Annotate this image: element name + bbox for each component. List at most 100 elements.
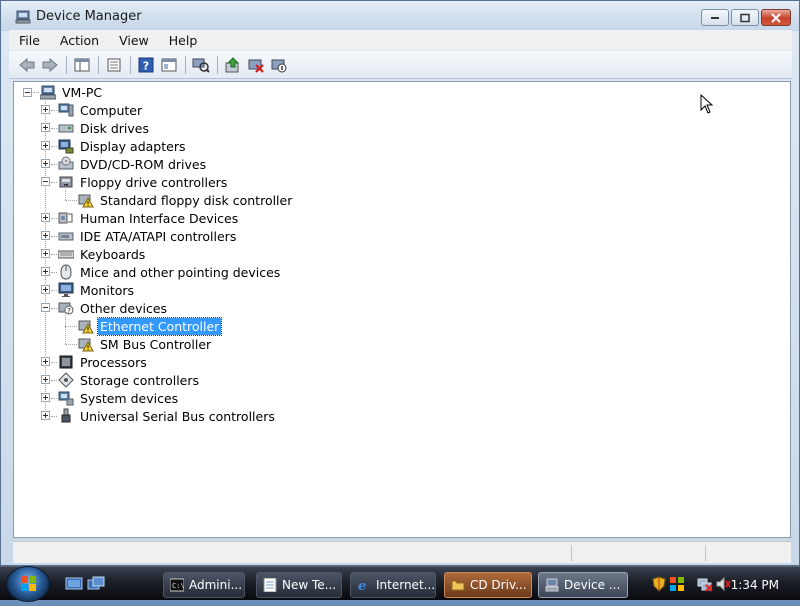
tree-node-label: Display adapters	[80, 138, 186, 154]
mouse-icon	[60, 264, 72, 280]
svg-text:e: e	[358, 579, 366, 592]
security-shield-icon[interactable]	[651, 576, 667, 592]
expander-disk-drives[interactable]	[41, 123, 50, 132]
tree-node-standard-floppy-disk-controller[interactable]: Standard floppy disk controller	[78, 191, 294, 209]
menu-help[interactable]: Help	[166, 33, 201, 48]
tree-node-universal-serial-bus-controllers[interactable]: Universal Serial Bus controllers	[58, 407, 277, 425]
forward-button[interactable]	[40, 55, 60, 75]
tree-root-label: VM-PC	[62, 84, 103, 100]
tree-node-display-adapters[interactable]: Display adapters	[58, 137, 187, 155]
tree-node-label: Storage controllers	[80, 372, 200, 388]
properties-view-button[interactable]	[72, 55, 92, 75]
expander-monitors[interactable]	[41, 285, 50, 294]
expander-storage-controllers[interactable]	[41, 375, 50, 384]
expander-universal-serial-bus-controllers[interactable]	[41, 411, 50, 420]
expander-keyboards[interactable]	[41, 249, 50, 258]
expander-system-devices[interactable]	[41, 393, 50, 402]
minimize-button[interactable]	[701, 9, 729, 26]
start-button[interactable]	[6, 566, 50, 602]
expander-human-interface-devices[interactable]	[41, 213, 50, 222]
ie-icon: e	[358, 579, 366, 592]
task-device-manager[interactable]: Device ...	[538, 572, 628, 598]
task-internet-explorer[interactable]: e Internet...	[350, 572, 436, 598]
disable-button[interactable]	[269, 55, 289, 75]
tree-node-mice-and-other-pointing-devices[interactable]: Mice and other pointing devices	[58, 263, 282, 281]
menu-view[interactable]: View	[116, 33, 152, 48]
computer-icon	[58, 103, 74, 117]
task-label: Internet...	[376, 578, 436, 592]
tree-node-keyboards[interactable]: Keyboards	[58, 245, 147, 263]
expander-root[interactable]	[23, 88, 32, 97]
task-label: Device ...	[564, 578, 621, 592]
close-button[interactable]	[761, 9, 791, 26]
view-button[interactable]	[159, 55, 179, 75]
task-cd-drive[interactable]: CD Driv...	[444, 572, 532, 598]
tree-node-label: Computer	[80, 102, 143, 118]
back-button[interactable]	[17, 55, 37, 75]
maximize-button[interactable]	[731, 9, 759, 26]
switch-windows-icon[interactable]	[87, 576, 105, 592]
device-tree[interactable]: VM-PC Computer Disk drives Display adapter…	[13, 81, 791, 538]
show-desktop-icon[interactable]	[65, 576, 83, 592]
warning-device-icon	[78, 338, 94, 352]
tree-node-ide-ata-atapi-controllers[interactable]: IDE ATA/ATAPI controllers	[58, 227, 238, 245]
tree-node-sm-bus-controller[interactable]: SM Bus Controller	[78, 335, 213, 353]
expander-floppy-drive-controllers[interactable]	[41, 177, 50, 186]
volume-icon[interactable]	[715, 576, 731, 592]
tree-node-disk-drives[interactable]: Disk drives	[58, 119, 151, 137]
expander-display-adapters[interactable]	[41, 141, 50, 150]
tree-node-processors[interactable]: Processors	[58, 353, 149, 371]
computer-root-icon	[40, 85, 56, 100]
tree-node-label: IDE ATA/ATAPI controllers	[80, 228, 237, 244]
expander-mice-and-other-pointing-devices[interactable]	[41, 267, 50, 276]
device-manager-window: Device Manager File Action View Help ? V…	[0, 0, 800, 566]
forward-icon	[42, 57, 58, 72]
other-devices-icon: ?	[58, 302, 74, 315]
back-icon	[19, 57, 35, 72]
task-administrator[interactable]: C:\ Admini...	[163, 572, 245, 598]
tree-node-storage-controllers[interactable]: Storage controllers	[58, 371, 201, 389]
clock[interactable]: 1:34 PM	[731, 578, 779, 592]
expander-other-devices[interactable]	[41, 303, 50, 312]
help-button[interactable]: ?	[136, 55, 156, 75]
expander-computer[interactable]	[41, 105, 50, 114]
tree-node-dvd-cd-rom-drives[interactable]: DVD/CD-ROM drives	[58, 155, 208, 173]
tree-node-floppy-drive-controllers[interactable]: Floppy drive controllers	[58, 173, 229, 191]
menu-file[interactable]: File	[16, 33, 43, 48]
title-bar[interactable]: Device Manager	[1, 1, 799, 31]
uninstall-button[interactable]	[246, 55, 266, 75]
tree-node-label: Monitors	[80, 282, 135, 298]
tree-node-label: DVD/CD-ROM drives	[80, 156, 207, 172]
console-tree-button[interactable]	[104, 55, 124, 75]
tree-node-ethernet-controller[interactable]: Ethernet Controller	[78, 316, 223, 336]
scan-hardware-icon	[192, 58, 210, 73]
menu-action[interactable]: Action	[57, 33, 102, 48]
update-driver-icon	[225, 56, 240, 72]
tree-node-human-interface-devices[interactable]: Human Interface Devices	[58, 209, 240, 227]
task-notepad[interactable]: New Te...	[256, 572, 342, 598]
device-manager-icon	[545, 578, 559, 592]
window-title: Device Manager	[36, 9, 142, 24]
tree-node-system-devices[interactable]: System devices	[58, 389, 180, 407]
tree-node-label: System devices	[80, 390, 179, 406]
windows-update-icon[interactable]	[669, 576, 685, 592]
tree-node-label: Other devices	[80, 300, 168, 316]
expander-processors[interactable]	[41, 357, 50, 366]
display-adapter-icon	[58, 139, 74, 154]
keyboard-icon	[58, 250, 74, 259]
network-disconnected-icon[interactable]	[697, 576, 713, 592]
tree-node-label: Ethernet Controller	[96, 316, 223, 336]
floppy-controller-icon	[59, 176, 73, 188]
scan-hardware-button[interactable]	[191, 55, 211, 75]
tree-root-vm-pc[interactable]: VM-PC	[40, 83, 104, 101]
task-label: New Te...	[282, 578, 337, 592]
update-driver-button[interactable]	[223, 55, 243, 75]
svg-text:?: ?	[67, 307, 71, 315]
minimize-icon	[711, 16, 719, 19]
tree-node-other-devices[interactable]: ? Other devices	[58, 299, 169, 317]
tree-node-computer[interactable]: Computer	[58, 101, 144, 119]
uninstall-icon	[248, 59, 264, 73]
expander-ide-ata-atapi-controllers[interactable]	[41, 231, 50, 240]
expander-dvd-cd-rom-drives[interactable]	[41, 159, 50, 168]
tree-node-monitors[interactable]: Monitors	[58, 281, 136, 299]
